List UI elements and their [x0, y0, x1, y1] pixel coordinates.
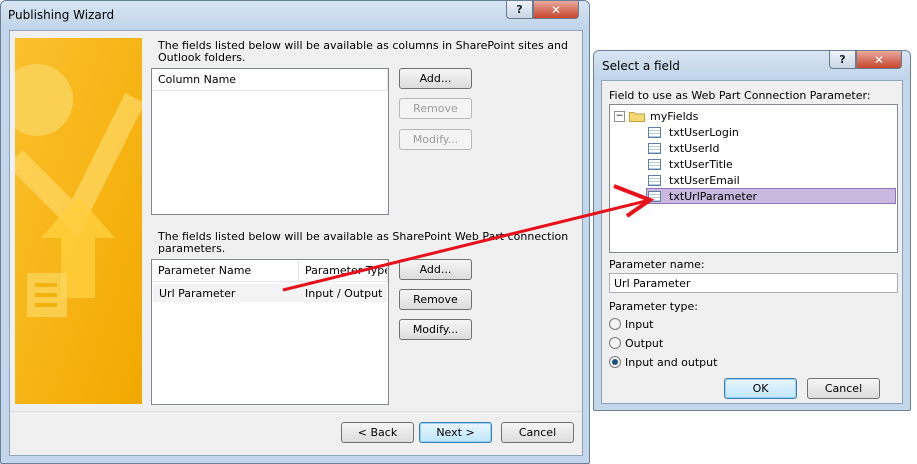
help-button[interactable]: ?	[506, 1, 533, 19]
parameter-row-type: Input / Output	[305, 287, 383, 300]
tree-field-txtuserid[interactable]: txtUserId	[648, 140, 719, 156]
close-icon: ✕	[873, 52, 885, 67]
field-icon	[648, 174, 661, 186]
radio-input-and-output[interactable]: Input and output	[609, 355, 739, 371]
wizard-divider	[10, 411, 582, 412]
wizard-titlebar[interactable]: Publishing Wizard ? ✕	[1, 1, 589, 30]
parameter-add-button[interactable]: Add...	[399, 259, 472, 280]
dialog-help-button[interactable]: ?	[829, 51, 856, 69]
radio-input-and-output-button[interactable]	[609, 356, 621, 368]
wizard-client-area: The fields listed below will be availabl…	[9, 30, 583, 456]
field-icon	[648, 190, 661, 202]
next-button[interactable]: Next >	[419, 422, 492, 443]
field-label: txtUserId	[669, 141, 720, 155]
column-remove-label: Remove	[413, 102, 458, 115]
back-button[interactable]: < Back	[341, 422, 414, 443]
parameter-row[interactable]: Url Parameter Input / Output	[153, 284, 387, 302]
column-name-header[interactable]: Column Name	[152, 69, 388, 91]
wizard-cancel-label: Cancel	[518, 426, 557, 439]
ok-label: OK	[752, 382, 769, 395]
field-label: txtUrlParameter	[669, 189, 757, 203]
tree-root-myfields[interactable]: − myFields	[614, 108, 698, 124]
param-name-input[interactable]: Url Parameter	[609, 273, 898, 293]
dialog-titlebar[interactable]: Select a field ? ✕	[594, 51, 910, 80]
radio-input-label: Input	[625, 318, 654, 331]
field-label: txtUserLogin	[669, 125, 739, 139]
radio-output[interactable]: Output	[609, 336, 689, 352]
dialog-close-button[interactable]: ✕	[856, 51, 902, 69]
tree-label: Field to use as Web Part Connection Para…	[609, 89, 871, 102]
ok-button[interactable]: OK	[724, 378, 797, 399]
parameter-name-header[interactable]: Parameter Name	[152, 260, 299, 282]
close-button[interactable]: ✕	[533, 1, 579, 19]
field-tree[interactable]: − myFields txtUserLogin txtUserId txtUse…	[609, 104, 898, 253]
column-modify-label: Modify...	[412, 133, 459, 146]
column-modify-button[interactable]: Modify...	[399, 129, 472, 150]
wizard-title: Publishing Wizard	[8, 8, 115, 22]
tree-field-txturlparameter-selected[interactable]: txtUrlParameter	[646, 188, 896, 204]
parameter-add-label: Add...	[419, 263, 452, 276]
params-intro-line2: parameters.	[158, 242, 226, 255]
radio-output-button[interactable]	[609, 337, 621, 349]
publishing-wizard-window: Publishing Wizard ? ✕ The fields listed …	[0, 0, 590, 464]
select-field-dialog: Select a field ? ✕ Field to use as Web P…	[593, 50, 911, 411]
field-label: txtUserEmail	[669, 173, 740, 187]
parameter-row-name: Url Parameter	[159, 287, 236, 300]
close-icon: ✕	[550, 2, 562, 17]
radio-input-and-output-label: Input and output	[625, 356, 718, 369]
tree-field-txtusertitle[interactable]: txtUserTitle	[648, 156, 733, 172]
help-icon: ?	[516, 3, 523, 16]
next-label: Next >	[436, 426, 475, 439]
radio-output-label: Output	[625, 337, 664, 350]
help-icon: ?	[839, 53, 846, 66]
parameter-type-header[interactable]: Parameter Type	[299, 260, 388, 282]
wizard-banner-image	[15, 38, 142, 404]
param-type-label: Parameter type:	[609, 300, 699, 313]
column-add-label: Add...	[419, 72, 452, 85]
dialog-title: Select a field	[602, 59, 680, 73]
columns-intro-line2: Outlook folders.	[158, 51, 246, 64]
param-name-label: Parameter name:	[609, 258, 705, 271]
tree-root-label: myFields	[650, 109, 699, 123]
field-icon	[648, 126, 661, 138]
column-remove-button[interactable]: Remove	[399, 98, 472, 119]
dialog-cancel-button[interactable]: Cancel	[807, 378, 880, 399]
parameter-modify-button[interactable]: Modify...	[399, 319, 472, 340]
parameters-list[interactable]: Parameter Name Parameter Type Url Parame…	[151, 259, 389, 405]
parameter-remove-button[interactable]: Remove	[399, 289, 472, 310]
back-label: < Back	[357, 426, 398, 439]
field-icon	[648, 142, 661, 154]
field-icon	[648, 158, 661, 170]
columns-list[interactable]: Column Name	[151, 68, 389, 215]
collapse-toggle-icon[interactable]: −	[614, 110, 625, 122]
field-label: txtUserTitle	[669, 157, 733, 171]
dialog-client-area: Field to use as Web Part Connection Para…	[601, 80, 903, 404]
column-add-button[interactable]: Add...	[399, 68, 472, 89]
radio-input[interactable]: Input	[609, 317, 689, 333]
radio-input-button[interactable]	[609, 318, 621, 330]
wizard-cancel-button[interactable]: Cancel	[501, 422, 574, 443]
dialog-cancel-label: Cancel	[824, 382, 863, 395]
parameter-modify-label: Modify...	[412, 323, 459, 336]
tree-field-txtuserlogin[interactable]: txtUserLogin	[648, 124, 739, 140]
parameter-remove-label: Remove	[413, 293, 458, 306]
folder-icon	[629, 112, 645, 122]
tree-field-txtuseremail[interactable]: txtUserEmail	[648, 172, 740, 188]
param-name-value: Url Parameter	[614, 277, 691, 290]
